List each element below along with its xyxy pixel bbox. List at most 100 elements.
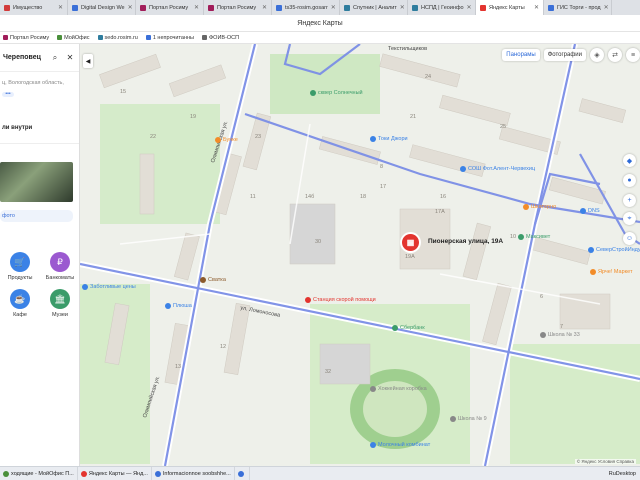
browser-tab[interactable]: Яндекс Карты ✕ xyxy=(476,0,544,15)
place-address: ц, Вологодская область, xyxy=(2,80,64,86)
app-icon xyxy=(154,470,161,477)
photos-link[interactable]: фото xyxy=(0,210,73,222)
avatar-icon[interactable]: ☺ xyxy=(623,232,636,245)
search-row: Череповец ⌕ ✕ xyxy=(0,44,79,72)
poi-label: Заботливые цены xyxy=(90,284,136,290)
bookmark-item[interactable]: Портал Росиму xyxy=(3,35,49,41)
menu-icon[interactable]: ≡ xyxy=(626,48,640,62)
house-number: 11 xyxy=(250,194,256,200)
taskbar-item[interactable]: Informacionnoe soobshhe... xyxy=(152,467,235,480)
taskbar-item[interactable]: ходящие - МойОфис П... xyxy=(0,467,78,480)
park-area xyxy=(100,104,220,224)
app-icon xyxy=(3,470,9,477)
traffic-icon[interactable]: ● xyxy=(623,174,636,187)
map-poi[interactable]: Школа № 9 xyxy=(450,416,487,422)
panoramas-button[interactable]: Панорамы xyxy=(502,49,540,61)
map-poi[interactable]: Сватка xyxy=(200,277,226,283)
map-view[interactable]: ◀ Панорамы Фотографии ◈ ⇄ ≡ ◆ ● + ⌖ ☺ Те… xyxy=(80,44,640,466)
close-tab-icon[interactable]: ✕ xyxy=(58,4,63,11)
search-input[interactable]: Череповец xyxy=(3,54,46,61)
tab-label: Имущество xyxy=(13,4,43,11)
photos-button[interactable]: Фотографии xyxy=(543,49,586,61)
taskbar-item[interactable] xyxy=(235,467,250,480)
close-tab-icon[interactable]: ✕ xyxy=(604,4,609,11)
house-number: 14б xyxy=(305,194,315,200)
tab-label: НСПД | Геоинфо xyxy=(421,4,464,11)
category-cart[interactable]: 🛒 Продукты xyxy=(0,252,40,281)
tab-label: Спутник | Аналит xyxy=(353,4,397,11)
map-poi[interactable]: Хоккейная коробка xyxy=(370,386,427,392)
poi-label: DNS xyxy=(588,208,600,214)
map-poi[interactable]: Молочный комбинат xyxy=(370,442,430,448)
house-number: 17А xyxy=(435,209,445,215)
browser-tab[interactable]: НСПД | Геоинфо ✕ xyxy=(408,0,476,15)
close-tab-icon[interactable]: ✕ xyxy=(262,4,267,11)
map-poi[interactable]: сквер Солнечный xyxy=(310,90,363,96)
inside-label[interactable]: ли внутри xyxy=(0,103,79,131)
house-number: 22 xyxy=(150,134,157,140)
place-photo[interactable] xyxy=(0,162,73,202)
close-tab-icon[interactable]: ✕ xyxy=(331,4,336,11)
close-tab-icon[interactable]: ✕ xyxy=(194,4,199,11)
map-poi[interactable]: Максивет xyxy=(518,234,550,240)
house-number: 19А xyxy=(405,254,415,260)
browser-tab[interactable]: Имущество ✕ xyxy=(0,0,68,15)
selected-place-label[interactable]: Пионерская улица, 19А xyxy=(428,238,503,245)
close-tab-icon[interactable]: ✕ xyxy=(400,4,405,11)
map-poi[interactable]: Токи Джори xyxy=(370,136,408,142)
map-poi[interactable]: СОШ Фот.Алент-Червехиц xyxy=(460,166,535,172)
search-icon[interactable]: ⌕ xyxy=(49,52,61,64)
close-tab-icon[interactable]: ✕ xyxy=(467,4,472,11)
map-poi[interactable]: Бунке xyxy=(215,137,238,143)
route-icon[interactable]: ⇄ xyxy=(608,48,622,62)
bookmark-label: sedo.rosim.ru xyxy=(104,34,138,41)
layers-side-icon[interactable]: ◆ xyxy=(623,154,636,167)
poi-marker-icon xyxy=(518,234,524,240)
category-museum[interactable]: 🏛 Музеи xyxy=(40,289,79,318)
browser-tab[interactable]: Портал Росиму ✕ xyxy=(204,0,272,15)
browser-tab[interactable]: Портал Росиму ✕ xyxy=(136,0,204,15)
poi-marker-icon xyxy=(370,136,376,142)
bookmark-label: ФОИВ-ОСП xyxy=(208,34,240,41)
taskbar-item[interactable]: Яндекс Карты — Янд... xyxy=(78,467,152,480)
taskbar-label: Яндекс Карты — Янд... xyxy=(88,470,148,477)
bookmark-item[interactable]: ФОИВ-ОСП xyxy=(201,34,240,41)
more-button[interactable]: ••• xyxy=(2,92,14,97)
close-tab-icon[interactable]: ✕ xyxy=(128,4,133,11)
map-poi[interactable]: Станция скорой помощи xyxy=(305,297,376,303)
bookmarks-bar: Портал Росиму МойОфис sedo.rosim.ru 1 непро… xyxy=(0,32,640,44)
category-cup[interactable]: ☕ Кафе xyxy=(0,289,40,318)
bookmark-item[interactable]: МойОфис xyxy=(57,35,90,41)
tab-favicon-icon xyxy=(548,4,554,11)
browser-tab[interactable]: Digital Design We ✕ xyxy=(68,0,136,15)
close-tab-icon[interactable]: ✕ xyxy=(534,4,539,11)
tray-app[interactable]: RuDesktop xyxy=(609,471,636,477)
map-poi[interactable]: DNS xyxy=(580,208,600,214)
map-poi[interactable]: Сбербанк xyxy=(392,325,425,331)
category-ruble[interactable]: ₽ Банкоматы xyxy=(40,252,79,281)
map-poi[interactable]: СеверСтройИндустрия xyxy=(588,247,640,253)
selected-place-pin[interactable]: ▦ xyxy=(402,234,419,251)
map-poi[interactable]: Ярче! Маркет xyxy=(590,269,633,275)
map-poi[interactable]: Школа № 33 xyxy=(540,332,580,338)
map-poi[interactable]: Плюша xyxy=(165,303,192,309)
ruler-icon[interactable]: ⌖ xyxy=(623,212,636,225)
park-area xyxy=(270,54,380,114)
map-poi[interactable]: Шкатерно xyxy=(523,204,556,210)
layers-icon[interactable]: ◈ xyxy=(590,48,604,62)
browser-tab[interactable]: Спутник | Аналит ✕ xyxy=(340,0,408,15)
copyright[interactable]: © Яндекс Условия Справка xyxy=(574,459,636,464)
poi-label: Максивет xyxy=(526,234,551,240)
poi-marker-icon xyxy=(165,303,171,309)
bookmark-item[interactable]: 1 непрочитанны xyxy=(145,35,194,41)
browser-tab[interactable]: ГИС Торги - прод ✕ xyxy=(544,0,612,15)
tray: RuDesktop xyxy=(609,467,640,480)
bookmark-item[interactable]: sedo.rosim.ru xyxy=(97,34,138,41)
map-poi[interactable]: Заботливые цены xyxy=(82,284,136,290)
close-icon[interactable]: ✕ xyxy=(64,52,76,64)
zoom-in-icon[interactable]: + xyxy=(623,194,636,207)
browser-tab[interactable]: ts35-rosim.gosarr ✕ xyxy=(272,0,340,15)
collapse-sidebar-button[interactable]: ◀ xyxy=(83,54,93,68)
tab-label: ГИС Торги - прод xyxy=(557,4,601,11)
map-canvas[interactable] xyxy=(80,44,640,466)
